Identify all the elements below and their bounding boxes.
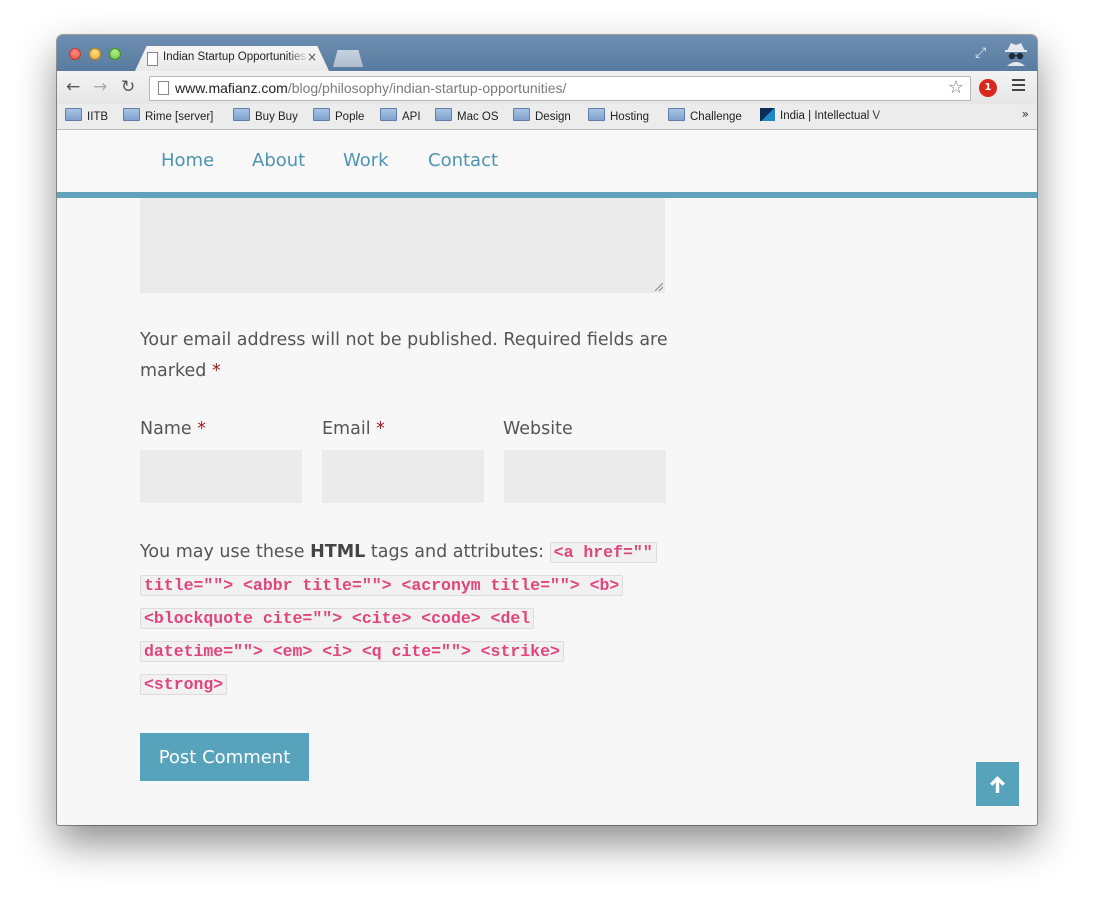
tab-title: Indian Startup Opportunities (163, 51, 307, 63)
bookmarks-overflow-chevron-icon[interactable]: » (1022, 107, 1029, 121)
site-favicon-icon (760, 108, 775, 121)
email-field[interactable] (322, 450, 484, 503)
bookmark-folder[interactable]: Mac OS (435, 108, 499, 123)
folder-icon (513, 108, 530, 121)
allowed-tags-code: <a href="" (549, 542, 657, 563)
site-header: Home About Work Contact (57, 130, 1037, 198)
nav-contact-link[interactable]: Contact (428, 150, 498, 171)
bookmark-folder[interactable]: Challenge (668, 108, 742, 123)
allowed-tags-code: <blockquote cite=""> <cite> <code> <del (140, 608, 535, 629)
active-tab[interactable]: Indian Startup Opportunities × (135, 46, 329, 71)
allowed-tags-code: datetime=""> <em> <i> <q cite=""> <strik… (140, 641, 564, 662)
tab-strip: Indian Startup Opportunities × ⤢ (57, 35, 1037, 71)
folder-icon (233, 108, 250, 121)
nav-about-link[interactable]: About (252, 150, 305, 171)
email-label: Email * (322, 419, 385, 439)
tab-close-icon[interactable]: × (307, 50, 317, 64)
bookmark-folder[interactable]: IITB (65, 108, 108, 123)
extension-icon[interactable]: 1 (979, 79, 997, 97)
fullscreen-icon[interactable]: ⤢ (975, 45, 986, 61)
required-fields-note: Your email address will not be published… (140, 330, 668, 381)
website-field[interactable] (504, 450, 666, 503)
allowed-tags-note: You may use these HTML tags and attribut… (140, 536, 680, 701)
page-icon (147, 52, 158, 66)
folder-icon (313, 108, 330, 121)
scroll-to-top-button[interactable] (976, 762, 1019, 806)
address-bar[interactable]: www.mafianz.com/blog/philosophy/indian-s… (149, 76, 971, 101)
post-comment-button[interactable]: Post Comment (140, 733, 309, 781)
allowed-tags-code: title=""> <abbr title=""> <acronym title… (140, 575, 624, 596)
zoom-window-button[interactable] (109, 48, 121, 60)
url-text[interactable]: www.mafianz.com/blog/philosophy/indian-s… (175, 80, 566, 96)
browser-toolbar: ← → ↻ www.mafianz.com/blog/philosophy/in… (57, 71, 1037, 104)
bookmark-folder[interactable]: Buy Buy (233, 108, 298, 123)
browser-window: Indian Startup Opportunities × ⤢ ← → ↻ w… (57, 35, 1037, 825)
folder-icon (588, 108, 605, 121)
nav-home-link[interactable]: Home (161, 150, 214, 171)
comment-textarea[interactable] (140, 198, 665, 293)
bookmarks-bar: IITB Rime [server] Buy Buy Pople API Mac… (57, 104, 1037, 130)
nav-work-link[interactable]: Work (343, 150, 389, 171)
back-icon[interactable]: ← (66, 77, 80, 97)
folder-icon (435, 108, 452, 121)
name-label: Name * (140, 419, 206, 439)
bookmark-folder[interactable]: Pople (313, 108, 364, 123)
reload-icon[interactable]: ↻ (121, 77, 135, 97)
close-window-button[interactable] (69, 48, 81, 60)
bookmark-site[interactable]: India | Intellectual V (760, 108, 900, 122)
folder-icon (380, 108, 397, 121)
bookmark-star-icon[interactable]: ☆ (948, 77, 964, 98)
bookmark-folder[interactable]: API (380, 108, 421, 123)
folder-icon (123, 108, 140, 121)
incognito-icon (1005, 43, 1027, 66)
bookmark-folder[interactable]: Design (513, 108, 571, 123)
name-field[interactable] (140, 450, 302, 503)
forward-icon[interactable]: → (93, 77, 107, 97)
new-tab-button[interactable] (333, 50, 363, 67)
bookmark-folder[interactable]: Rime [server] (123, 108, 213, 123)
arrow-up-icon (990, 776, 1005, 793)
website-label: Website (503, 419, 573, 439)
allowed-tags-code: <strong> (140, 674, 228, 695)
hamburger-menu-icon[interactable] (1012, 79, 1025, 94)
minimize-window-button[interactable] (89, 48, 101, 60)
page-icon (158, 81, 169, 95)
folder-icon (65, 108, 82, 121)
folder-icon (668, 108, 685, 121)
resize-handle-icon[interactable] (655, 283, 663, 291)
bookmark-folder[interactable]: Hosting (588, 108, 649, 123)
